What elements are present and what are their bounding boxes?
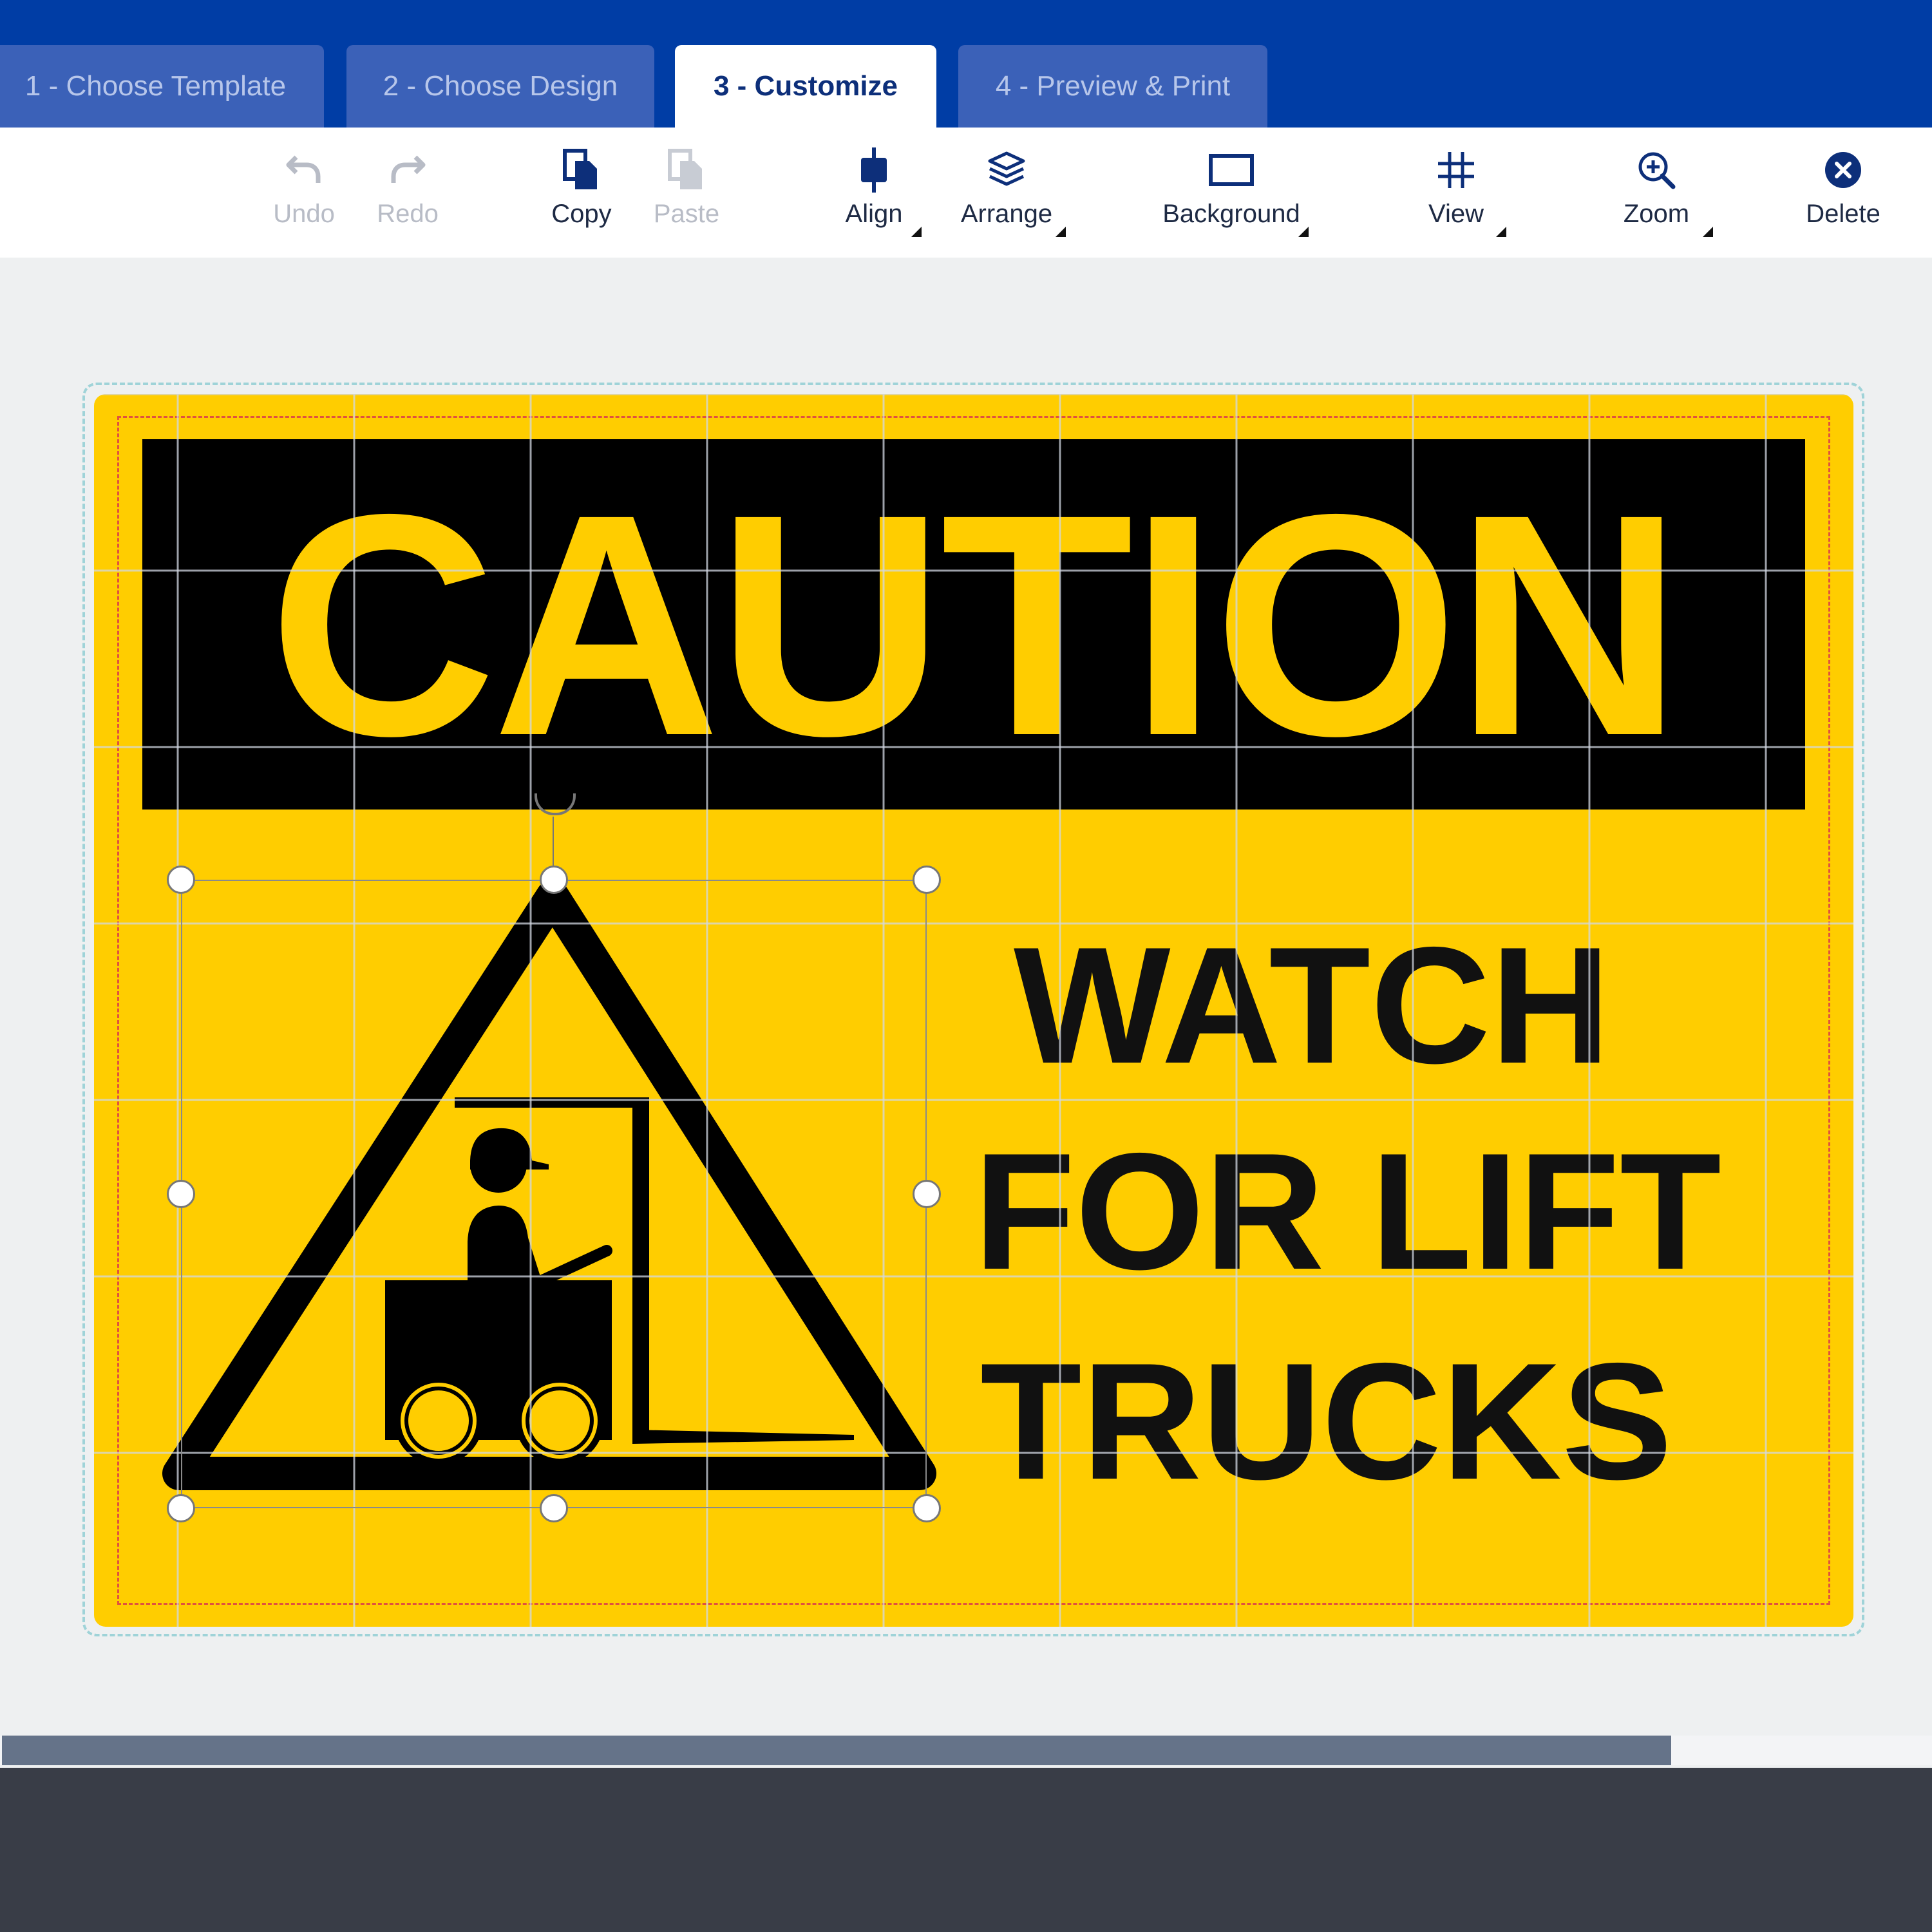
resize-handle-right[interactable] bbox=[913, 1180, 941, 1208]
copy-icon bbox=[563, 149, 597, 189]
tab-choose-design[interactable]: 2 - Choose Design bbox=[346, 45, 654, 128]
paste-icon bbox=[668, 149, 702, 189]
undo-icon bbox=[286, 155, 321, 183]
tab-preview-print[interactable]: 4 - Preview & Print bbox=[958, 45, 1267, 128]
close-circle-icon bbox=[1825, 152, 1861, 188]
paste-button[interactable]: Paste bbox=[616, 144, 757, 241]
resize-handle-bottom-left[interactable] bbox=[167, 1494, 195, 1522]
step-tab-bar: 1 - Choose Template 2 - Choose Design 3 … bbox=[0, 0, 1932, 128]
align-label: Align bbox=[845, 200, 903, 228]
arrange-button[interactable]: Arrange bbox=[936, 144, 1077, 241]
sign-message-line-2[interactable]: FOR LIFT bbox=[974, 1128, 1721, 1294]
background-dropdown-caret bbox=[1298, 227, 1309, 237]
resize-handle-top[interactable] bbox=[540, 866, 568, 894]
layers-icon bbox=[988, 151, 1025, 186]
delete-label: Delete bbox=[1806, 200, 1880, 228]
resize-handle-top-left[interactable] bbox=[167, 866, 195, 894]
tab-choose-template[interactable]: 1 - Choose Template bbox=[0, 45, 324, 128]
scrollbar-thumb[interactable] bbox=[2, 1736, 1671, 1765]
footer-bar bbox=[0, 1768, 1932, 1932]
delete-button[interactable]: Delete bbox=[1772, 144, 1914, 241]
view-dropdown-caret bbox=[1496, 227, 1506, 237]
view-label: View bbox=[1428, 200, 1484, 228]
arrange-label: Arrange bbox=[960, 200, 1053, 228]
editor-toolbar: Undo Redo Copy Paste Align Arrange Backg… bbox=[0, 128, 1932, 258]
background-button[interactable]: Background bbox=[1160, 144, 1309, 241]
grid-icon bbox=[1438, 152, 1474, 188]
zoom-label: Zoom bbox=[1623, 200, 1690, 228]
sign-message-line-3[interactable]: TRUCKS bbox=[980, 1338, 1672, 1504]
zoom-dropdown-caret bbox=[1703, 227, 1713, 237]
zoom-button[interactable]: Zoom bbox=[1586, 144, 1727, 241]
align-dropdown-caret bbox=[911, 227, 922, 237]
redo-button[interactable]: Redo bbox=[337, 144, 478, 241]
zoom-in-icon bbox=[1638, 152, 1676, 189]
view-button[interactable]: View bbox=[1385, 144, 1527, 241]
rectangle-icon bbox=[1209, 154, 1254, 186]
arrange-dropdown-caret bbox=[1056, 227, 1066, 237]
resize-handle-top-right[interactable] bbox=[913, 866, 941, 894]
sign-message-line-1[interactable]: WATCH bbox=[1014, 922, 1611, 1088]
redo-label: Redo bbox=[377, 200, 439, 228]
redo-icon bbox=[391, 155, 426, 183]
resize-handle-bottom[interactable] bbox=[540, 1494, 568, 1522]
tab-customize[interactable]: 3 - Customize bbox=[675, 45, 936, 128]
align-button[interactable]: Align bbox=[803, 144, 945, 241]
horizontal-scrollbar[interactable] bbox=[0, 1736, 1932, 1765]
resize-handle-bottom-right[interactable] bbox=[913, 1494, 941, 1522]
paste-label: Paste bbox=[653, 200, 720, 228]
resize-handle-left[interactable] bbox=[167, 1180, 195, 1208]
caution-sign[interactable]: CAUTION WATCH FOR LIFT TRUCKS bbox=[94, 394, 1853, 1627]
background-label: Background bbox=[1162, 200, 1300, 228]
align-icon bbox=[861, 147, 887, 193]
